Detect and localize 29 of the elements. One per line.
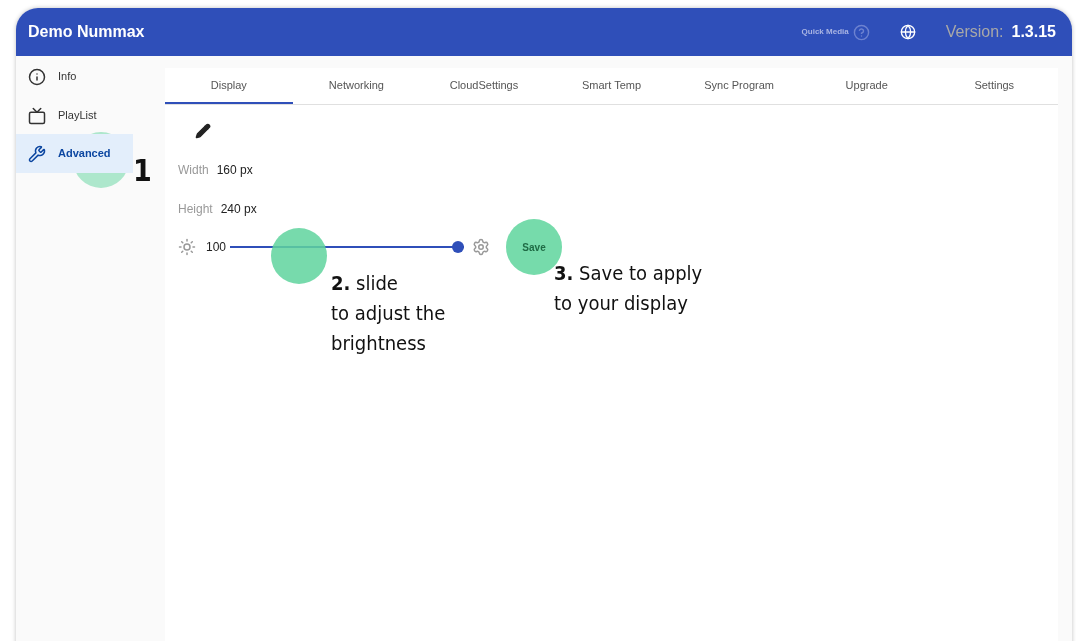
brightness-low-icon — [178, 238, 196, 256]
app-title: Demo Nummax — [28, 22, 145, 42]
tab[interactable]: Settings — [930, 68, 1059, 104]
field-value: 160 px — [216, 161, 253, 179]
sidebar-item[interactable]: Info — [16, 62, 133, 91]
annotation-text: 2. slide to adjust the brightness — [331, 270, 446, 357]
tv-icon — [28, 106, 46, 125]
field-label: Width — [178, 161, 209, 179]
quick-media-link[interactable]: Quick Media — [801, 26, 849, 38]
tab[interactable]: Smart Temp — [547, 68, 676, 104]
sidebar-item[interactable]: Advanced — [16, 134, 133, 173]
wrench-icon — [28, 144, 46, 163]
annotation-text: 1 — [133, 156, 152, 186]
tab[interactable]: Upgrade — [802, 68, 931, 104]
tab[interactable]: Display — [165, 68, 293, 104]
slider-thumb[interactable] — [452, 241, 465, 253]
version-number: 1.3.15 — [1011, 22, 1056, 42]
tab[interactable]: Sync Program — [675, 68, 803, 104]
edit-icon[interactable] — [195, 123, 211, 139]
sidebar-item[interactable]: PlayList — [16, 101, 133, 130]
brightness-high-icon — [472, 238, 491, 256]
field-value: 240 px — [220, 200, 257, 218]
info-icon — [28, 67, 46, 86]
brightness-value: 100 — [206, 239, 227, 256]
tab[interactable]: CloudSettings — [420, 68, 548, 104]
version-label: Version: — [945, 22, 1004, 42]
tab[interactable]: Networking — [292, 68, 421, 104]
field-label: Height — [178, 200, 213, 218]
language-icon[interactable] — [899, 24, 916, 40]
